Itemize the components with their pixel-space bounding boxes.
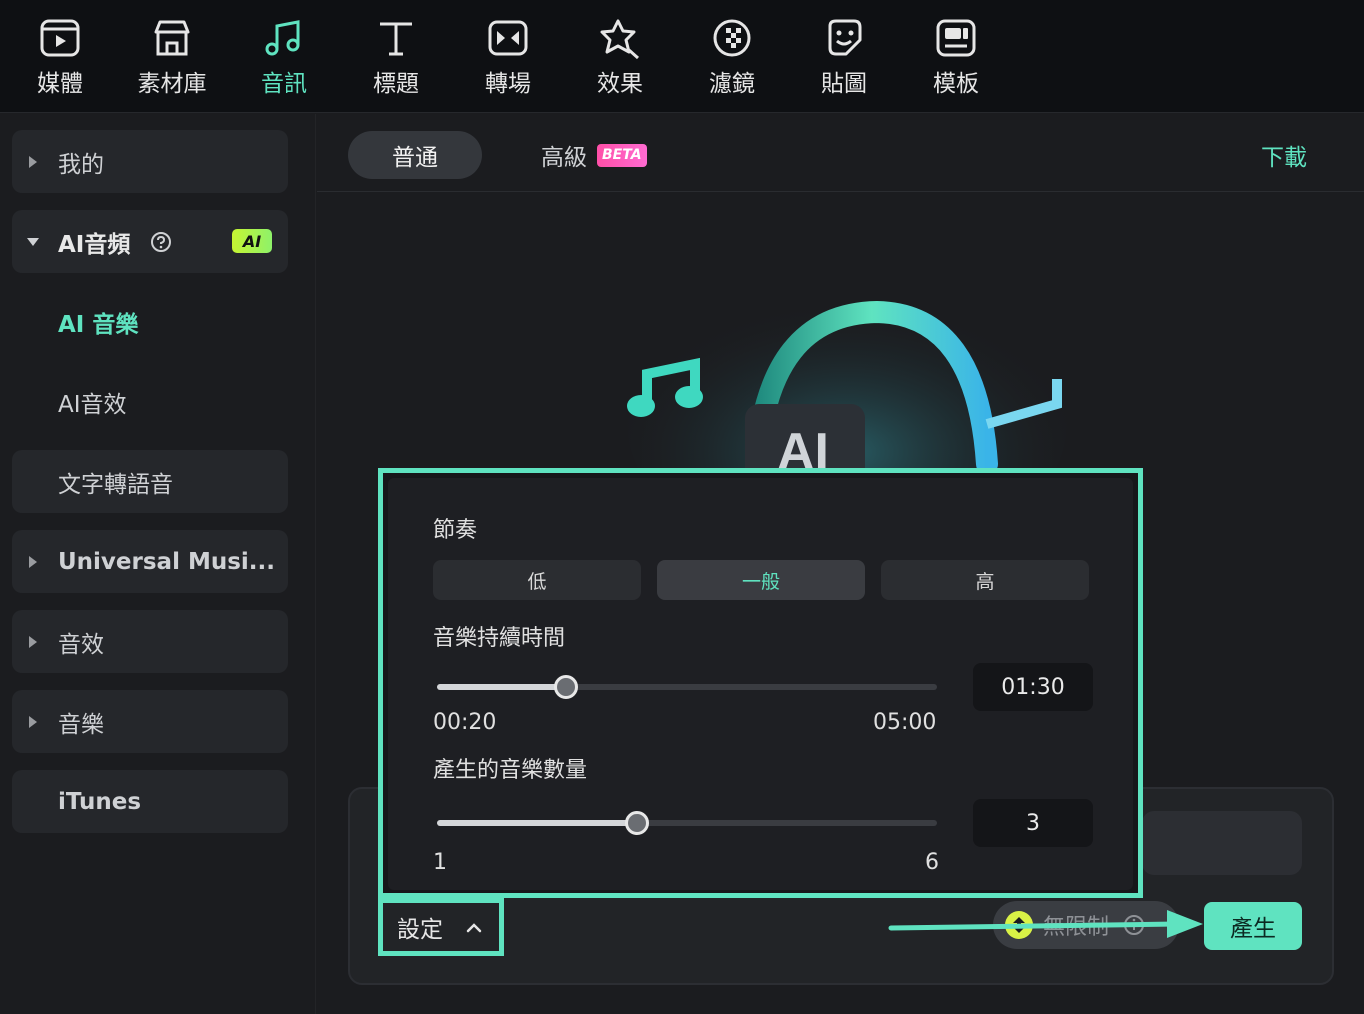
transition-icon	[488, 20, 528, 56]
prompt-input[interactable]	[1142, 811, 1302, 875]
toolbar-transitions[interactable]: 轉場	[458, 16, 558, 102]
sidebar-item-ai-sfx[interactable]: AI音效	[12, 370, 288, 433]
toolbar-store-label: 素材庫	[137, 71, 207, 97]
template-icon	[936, 19, 976, 57]
caret-right-icon	[26, 635, 40, 649]
caret-right-icon	[26, 555, 40, 569]
generate-button[interactable]: 產生	[1204, 902, 1302, 950]
help-icon[interactable]	[150, 231, 172, 253]
caret-down-icon	[26, 235, 40, 249]
toolbar-media[interactable]: 媒體	[10, 16, 110, 102]
toolbar-transitions-label: 轉場	[485, 71, 531, 97]
toolbar-audio[interactable]: 音訊	[234, 16, 334, 102]
toolbar-store[interactable]: 素材庫	[122, 16, 222, 102]
effects-icon	[600, 19, 639, 60]
settings-toggle-button[interactable]: 設定	[378, 898, 504, 956]
chevron-up-icon	[466, 923, 482, 933]
settings-label: 設定	[397, 917, 443, 943]
ai-music-hero-illustration: AI	[627, 284, 1067, 474]
ai-badge: AI	[232, 229, 272, 253]
title-text-icon	[380, 22, 412, 56]
sidebar: 我的 AI音頻 AI AI 音樂 AI音效 文字轉語音 Universal Mu…	[0, 114, 316, 1014]
store-icon	[154, 20, 190, 56]
sidebar-item-text-to-speech[interactable]: 文字轉語音	[12, 450, 288, 513]
sidebar-item-ai-audio[interactable]: AI音頻 AI	[12, 210, 288, 273]
sidebar-item-label: 音效	[58, 631, 104, 658]
toolbar-stickers-label: 貼圖	[821, 71, 867, 97]
sidebar-item-label: 文字轉語音	[58, 471, 173, 498]
count-min-label: 1	[433, 850, 447, 875]
duration-max-label: 05:00	[873, 710, 937, 735]
tempo-option-low[interactable]: 低	[433, 560, 641, 600]
toolbar-templates-label: 模板	[933, 71, 979, 97]
caret-right-icon	[26, 715, 40, 729]
toolbar-media-label: 媒體	[37, 71, 83, 97]
duration-min-label: 00:20	[433, 710, 497, 735]
toolbar-titles-label: 標題	[373, 71, 419, 97]
sidebar-item-universal-music[interactable]: Universal Musi...	[12, 530, 288, 593]
toolbar-stickers[interactable]: 貼圖	[794, 16, 894, 102]
music-note-icon	[265, 20, 300, 56]
count-label: 產生的音樂數量	[433, 758, 588, 783]
sidebar-item-label: Universal Musi...	[58, 548, 276, 575]
toolbar-filters-label: 濾鏡	[709, 71, 755, 97]
toolbar-audio-label: 音訊	[261, 71, 307, 97]
media-icon	[40, 19, 80, 57]
tempo-label: 節奏	[433, 518, 478, 543]
annotation-arrow	[888, 910, 1203, 938]
filter-icon	[713, 19, 751, 57]
download-link[interactable]: 下載	[1261, 138, 1307, 172]
sidebar-item-sound-effects[interactable]: 音效	[12, 610, 288, 673]
duration-slider-handle[interactable]	[554, 675, 579, 699]
count-value-field[interactable]: 3	[973, 799, 1093, 847]
duration-value-field[interactable]: 01:30	[973, 663, 1093, 711]
sidebar-item-label: AI 音樂	[58, 311, 139, 338]
duration-label: 音樂持續時間	[433, 626, 566, 651]
sidebar-item-mine[interactable]: 我的	[12, 130, 288, 193]
tab-advanced[interactable]: 高級 BETA	[541, 131, 647, 179]
caret-right-icon	[26, 155, 40, 169]
toolbar-titles[interactable]: 標題	[346, 16, 446, 102]
sidebar-item-ai-music[interactable]: AI 音樂	[12, 290, 288, 353]
tempo-option-high[interactable]: 高	[881, 560, 1089, 600]
count-slider-fill	[437, 820, 637, 826]
tab-normal[interactable]: 普通	[348, 131, 482, 179]
count-max-label: 6	[925, 850, 939, 875]
toolbar-effects-label: 效果	[597, 71, 643, 97]
sidebar-item-label: AI音頻	[58, 231, 131, 258]
toolbar-filters[interactable]: 濾鏡	[682, 16, 782, 102]
toolbar-templates[interactable]: 模板	[906, 16, 1006, 102]
sidebar-item-itunes[interactable]: iTunes	[12, 770, 288, 833]
svg-text:AI: AI	[777, 423, 829, 474]
tab-advanced-label: 高級	[541, 145, 587, 171]
toolbar-effects[interactable]: 效果	[570, 16, 670, 102]
settings-popup: 節奏 低 一般 高 音樂持續時間 00:20 05:00 01:30 產生的音樂…	[378, 468, 1143, 898]
settings-popup-body: 節奏 低 一般 高 音樂持續時間 00:20 05:00 01:30 產生的音樂…	[388, 478, 1133, 890]
sidebar-item-label: AI音效	[58, 391, 127, 418]
sidebar-item-label: 我的	[58, 151, 104, 178]
top-toolbar: 媒體 素材庫 音訊 標題 轉場 效果 濾鏡 貼圖 模板	[0, 0, 1364, 113]
tempo-option-normal[interactable]: 一般	[657, 560, 865, 600]
sidebar-item-music[interactable]: 音樂	[12, 690, 288, 753]
beta-badge: BETA	[597, 143, 647, 167]
tab-bar: 普通 高級 BETA 下載	[317, 114, 1364, 192]
sidebar-item-label: iTunes	[58, 788, 142, 815]
duration-slider-fill	[437, 684, 567, 690]
count-slider-handle[interactable]	[625, 811, 649, 835]
sidebar-item-label: 音樂	[58, 711, 104, 738]
sticker-icon	[828, 19, 862, 56]
